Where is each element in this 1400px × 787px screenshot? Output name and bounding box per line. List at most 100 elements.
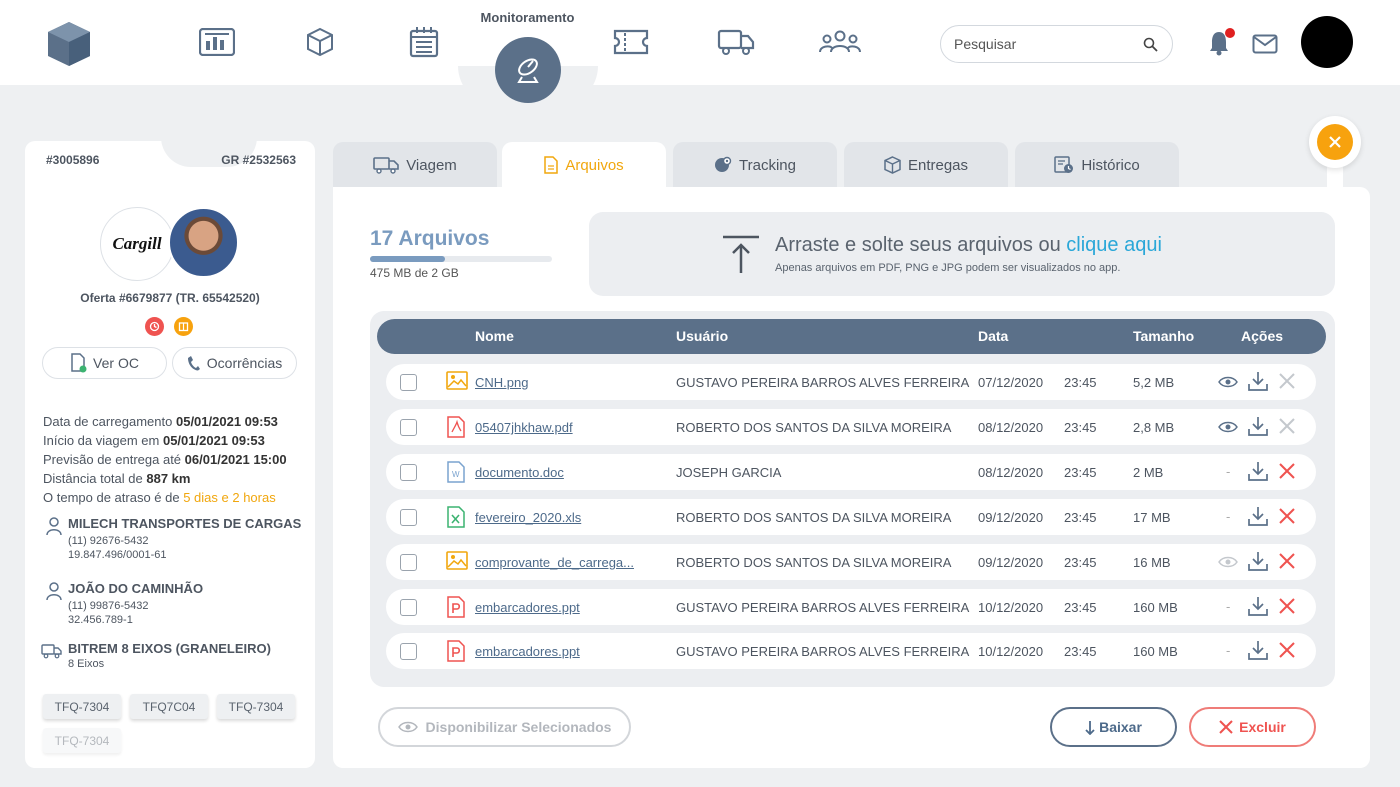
row-checkbox[interactable] <box>400 374 417 391</box>
file-date: 10/12/2020 <box>978 644 1044 659</box>
download-icon[interactable] <box>1248 596 1268 616</box>
nav-active-label: Monitoramento <box>480 10 575 25</box>
file-time: 23:45 <box>1064 555 1097 570</box>
phone-icon <box>187 356 200 371</box>
table-row[interactable]: embarcadores.ppt GUSTAVO PEREIRA BARROS A… <box>386 589 1316 625</box>
ver-oc-button[interactable]: Ver OC <box>42 347 167 379</box>
file-name-link[interactable]: fevereiro_2020.xls <box>475 510 581 525</box>
image-file-icon <box>446 551 468 574</box>
delete-icon[interactable] <box>1279 598 1295 614</box>
col-actions: Ações <box>1241 328 1284 344</box>
tab-tracking[interactable]: Tracking <box>673 142 837 188</box>
users-icon[interactable] <box>818 24 862 60</box>
close-tail <box>1327 167 1343 187</box>
table-row[interactable]: fevereiro_2020.xls ROBERTO DOS SANTOS DA … <box>386 499 1316 535</box>
truck-icon[interactable] <box>717 24 755 60</box>
tab-entregas[interactable]: Entregas <box>844 142 1008 188</box>
download-button[interactable]: Baixar <box>1050 707 1177 747</box>
file-time: 23:45 <box>1064 510 1097 525</box>
eye-icon[interactable] <box>1218 556 1238 568</box>
col-size[interactable]: Tamanho <box>1133 328 1194 344</box>
mail-icon[interactable] <box>1252 34 1278 54</box>
ocorrencias-button[interactable]: Ocorrências <box>172 347 297 379</box>
row-checkbox[interactable] <box>400 643 417 660</box>
delete-icon[interactable] <box>1279 553 1295 569</box>
driver-photo <box>168 207 239 278</box>
dashboard-icon[interactable] <box>198 24 236 60</box>
carrier-phone: (11) 92676-5432 <box>68 535 149 547</box>
file-size: 17 MB <box>1133 510 1171 525</box>
monitoring-satellite-icon[interactable] <box>495 37 561 103</box>
tab-arquivos[interactable]: Arquivos <box>502 142 666 188</box>
delete-icon[interactable] <box>1279 373 1295 389</box>
table-row[interactable]: 05407jhkhaw.pdf ROBERTO DOS SANTOS DA SIL… <box>386 409 1316 445</box>
file-name-link[interactable]: 05407jhkhaw.pdf <box>475 420 573 435</box>
col-user[interactable]: Usuário <box>676 328 728 344</box>
ticket-icon[interactable] <box>612 24 650 60</box>
col-name[interactable]: Nome <box>475 328 514 344</box>
row-checkbox[interactable] <box>400 419 417 436</box>
delete-icon[interactable] <box>1279 642 1295 658</box>
col-date[interactable]: Data <box>978 328 1008 344</box>
download-icon[interactable] <box>1248 506 1268 526</box>
download-icon[interactable] <box>1248 461 1268 481</box>
eta-label: Previsão de entrega até <box>43 452 182 467</box>
delay-label: O tempo de atraso é de <box>43 490 180 505</box>
close-icon <box>1219 720 1233 734</box>
download-icon[interactable] <box>1248 551 1268 571</box>
download-icon[interactable] <box>1248 640 1268 660</box>
table-row[interactable]: embarcadores.ppt GUSTAVO PEREIRA BARROS A… <box>386 633 1316 669</box>
file-icon <box>544 156 559 174</box>
file-user: GUSTAVO PEREIRA BARROS ALVES FERREIRA <box>676 644 970 659</box>
dropzone-link[interactable]: clique aqui <box>1066 234 1162 256</box>
person-icon <box>46 582 62 601</box>
file-name-link[interactable]: CNH.png <box>475 375 528 390</box>
notification-dot <box>1225 28 1235 38</box>
make-available-button[interactable]: Disponibilizar Selecionados <box>378 707 631 747</box>
tab-viagem-label: Viagem <box>406 156 457 174</box>
file-date: 09/12/2020 <box>978 555 1044 570</box>
row-checkbox[interactable] <box>400 599 417 616</box>
company-logo: Cargill <box>100 207 174 281</box>
plate-tag: TFQ-7304 <box>43 694 121 719</box>
user-avatar[interactable] <box>1301 16 1353 68</box>
close-button[interactable] <box>1309 116 1361 168</box>
table-row[interactable]: Wdocumento.doc JOSEPH GARCIA 08/12/2020 23:… <box>386 454 1316 490</box>
download-icon[interactable] <box>1248 371 1268 391</box>
table-row[interactable]: CNH.png GUSTAVO PEREIRA BARROS ALVES FERR… <box>386 364 1316 400</box>
storage-quota-fill <box>370 256 445 262</box>
file-name-link[interactable]: embarcadores.ppt <box>475 644 580 659</box>
row-checkbox[interactable] <box>400 554 417 571</box>
delete-icon[interactable] <box>1279 463 1295 479</box>
delete-button[interactable]: Excluir <box>1189 707 1316 747</box>
svg-text:W: W <box>452 470 460 479</box>
file-name-link[interactable]: comprovante_de_carrega... <box>475 555 634 570</box>
box-icon[interactable] <box>301 24 339 60</box>
tab-viagem[interactable]: Viagem <box>333 142 497 188</box>
eye-icon[interactable] <box>1218 421 1238 433</box>
search-input[interactable]: Pesquisar <box>940 25 1173 63</box>
row-checkbox[interactable] <box>400 464 417 481</box>
file-name-link[interactable]: embarcadores.ppt <box>475 600 580 615</box>
tab-historico[interactable]: Histórico <box>1015 142 1179 188</box>
file-date: 09/12/2020 <box>978 510 1044 525</box>
search-icon <box>1143 37 1158 52</box>
clock-alert-icon[interactable] <box>145 317 164 336</box>
calendar-icon[interactable] <box>405 24 443 60</box>
delete-icon[interactable] <box>1279 418 1295 434</box>
row-checkbox[interactable] <box>400 509 417 526</box>
download-icon[interactable] <box>1248 416 1268 436</box>
cargo-box-icon[interactable] <box>174 317 193 336</box>
offer-label: Oferta #6679877 (TR. 65542520) <box>80 291 260 305</box>
file-name-link[interactable]: documento.doc <box>475 465 564 480</box>
app-logo-icon[interactable] <box>44 18 94 70</box>
driver-phone: (11) 99876-5432 <box>68 600 149 612</box>
delete-icon[interactable] <box>1279 508 1295 524</box>
file-size: 16 MB <box>1133 555 1171 570</box>
trip-info: Data de carregamento 05/01/2021 09:53 In… <box>43 412 287 507</box>
eye-icon[interactable] <box>1218 376 1238 388</box>
table-row[interactable]: comprovante_de_carrega... ROBERTO DOS SAN… <box>386 544 1316 580</box>
files-count: 17 Arquivos <box>370 227 490 250</box>
upload-dropzone[interactable]: Arraste e solte seus arquivos ou clique … <box>589 212 1335 296</box>
file-user: GUSTAVO PEREIRA BARROS ALVES FERREIRA <box>676 375 970 390</box>
